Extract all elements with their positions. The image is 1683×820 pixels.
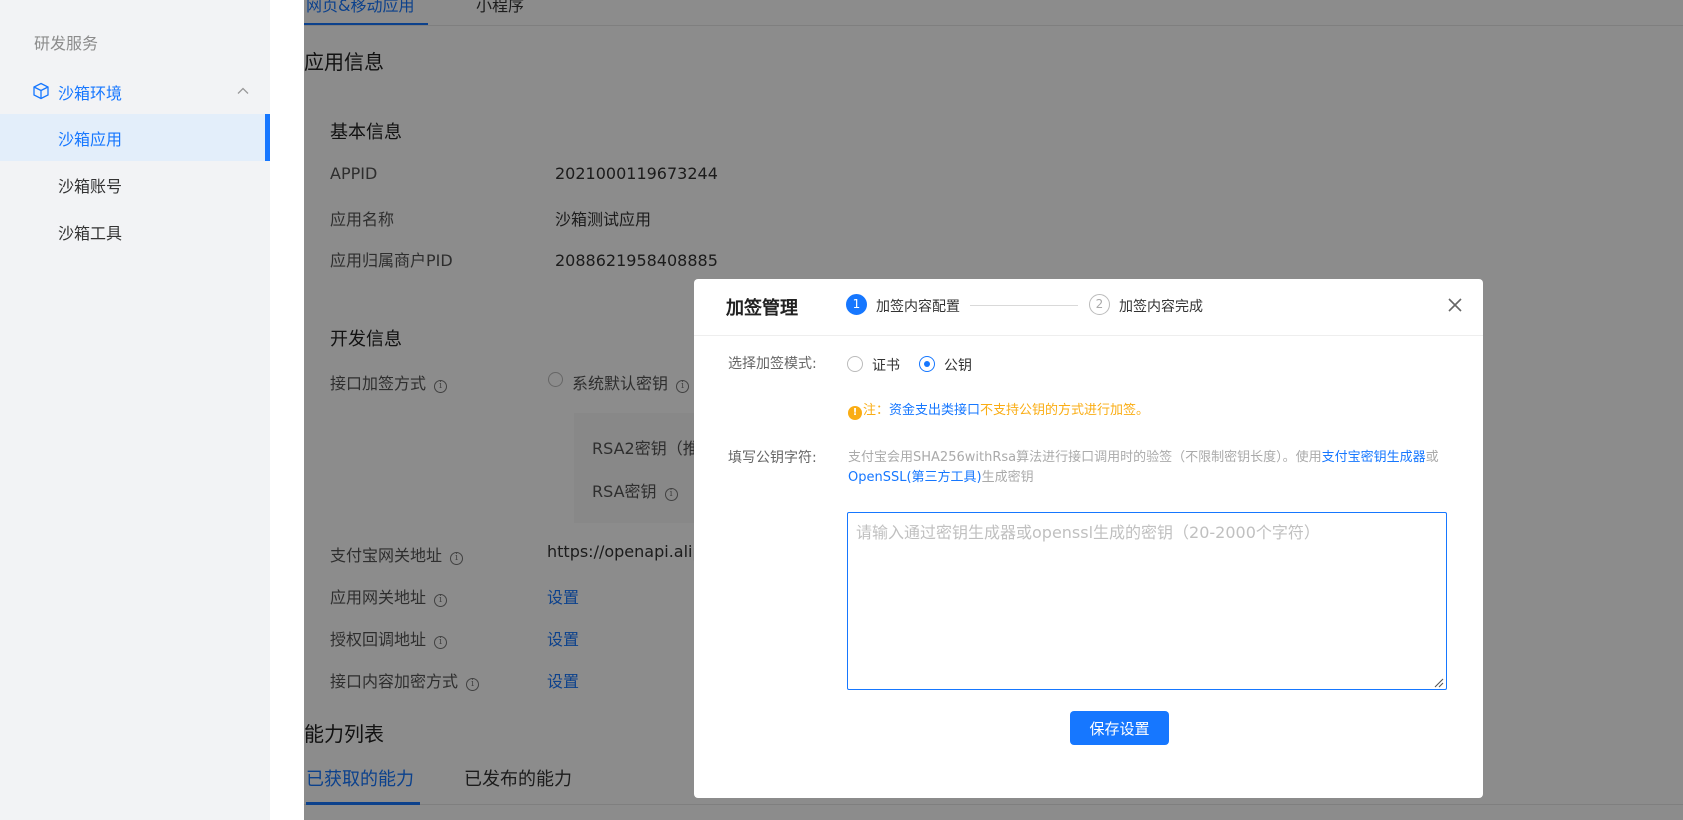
step-1-label: 加签内容配置 [876,299,960,315]
sidebar: 研发服务 沙箱环境 沙箱应用 沙箱账号 沙箱工具 [0,0,270,820]
step-1-indicator: 1 [846,294,867,315]
desc-text-3: 生成密钥 [981,470,1034,485]
modal-title: 加签管理 [726,298,798,319]
sidebar-item-label: 沙箱应用 [58,130,123,149]
cert-mode-radio[interactable] [847,356,863,372]
sidebar-item-sandbox-tools[interactable]: 沙箱工具 [0,208,270,255]
public-key-label: 填写公钥字符: [728,450,817,466]
openssl-link[interactable]: OpenSSL(第三方工具) [848,470,982,485]
key-generator-link[interactable]: 支付宝密钥生成器 [1322,450,1426,465]
save-settings-button[interactable]: 保存设置 [1070,711,1169,745]
notice-link[interactable]: 资金支出类接口 [889,403,980,418]
step-2-label: 加签内容完成 [1119,299,1203,315]
public-key-textarea[interactable] [847,512,1447,690]
sidebar-group-label: 沙箱环境 [58,84,123,103]
warning-icon: ! [848,406,862,420]
sidebar-item-sandbox-account[interactable]: 沙箱账号 [0,161,270,208]
desc-text-2: 或 [1425,450,1439,465]
sidebar-item-label: 沙箱账号 [58,177,123,196]
notice-suffix: 不支持公钥的方式进行加签。 [980,403,1150,418]
public-key-mode-label[interactable]: 公钥 [944,355,972,375]
resize-handle-icon[interactable] [1434,678,1444,688]
sidebar-section-title: 研发服务 [34,34,99,53]
sidebar-item-label: 沙箱工具 [58,224,123,243]
sidebar-item-sandbox-app[interactable]: 沙箱应用 [0,114,270,161]
sign-management-modal: 加签管理 1 加签内容配置 2 加签内容完成 选择加签模式: 证书 公钥 ! 注：… [694,279,1483,798]
notice-prefix: 注： [863,403,890,418]
chevron-up-icon[interactable] [236,84,250,98]
public-key-mode-radio[interactable] [919,356,935,372]
mode-label: 选择加签模式: [728,356,817,372]
modal-header: 加签管理 1 加签内容配置 2 加签内容完成 [694,279,1483,336]
key-description: 支付宝会用SHA256withRsa算法进行接口调用时的验签（不限制密钥长度）。… [848,448,1448,488]
notice: ! 注：资金支出类接口不支持公钥的方式进行加签。 [848,399,1149,420]
desc-text-1: 支付宝会用SHA256withRsa算法进行接口调用时的验签（不限制密钥长度）。… [848,450,1322,465]
close-icon[interactable] [1444,294,1466,316]
sidebar-group-sandbox[interactable]: 沙箱环境 [0,74,270,108]
cube-icon [33,82,49,100]
step-connector [970,305,1078,306]
cert-mode-label[interactable]: 证书 [872,355,900,375]
step-2-indicator: 2 [1089,294,1110,315]
